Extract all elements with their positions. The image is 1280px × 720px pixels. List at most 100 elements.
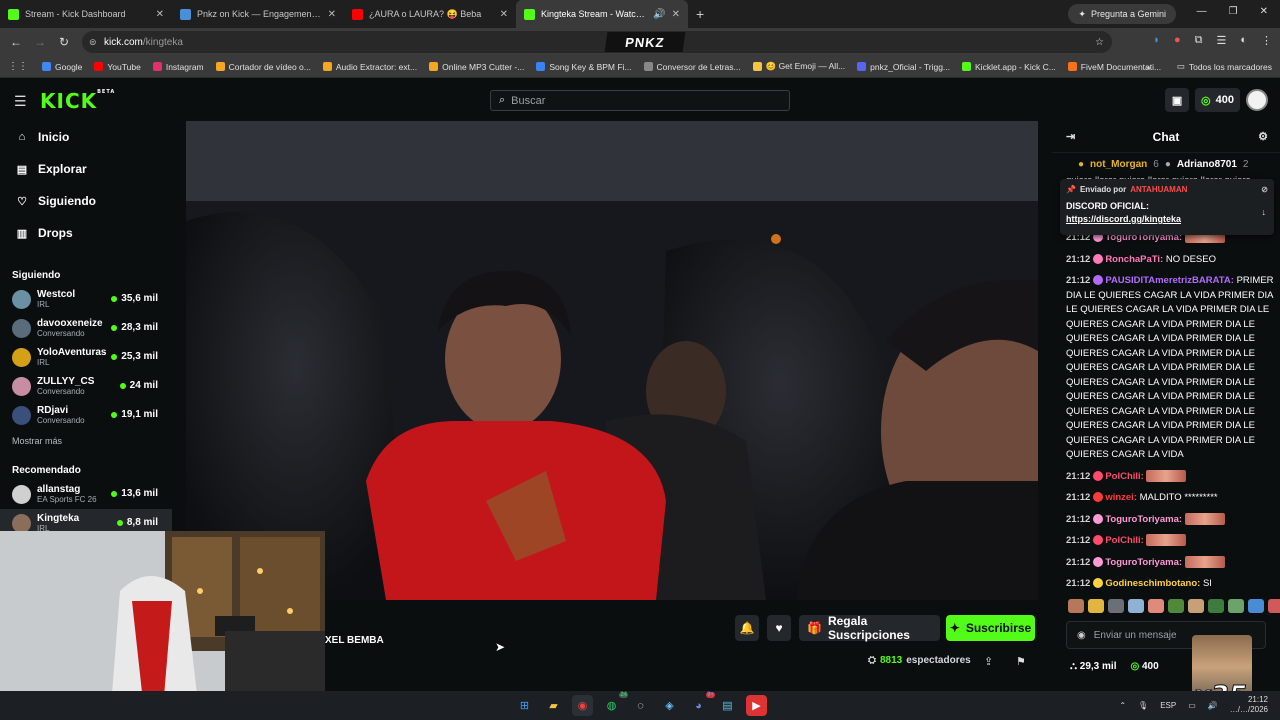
user-badge-icon xyxy=(1093,275,1104,286)
emote[interactable] xyxy=(1108,599,1124,613)
emote[interactable] xyxy=(1168,599,1184,613)
bookmark-item[interactable]: pnkz_Oficial - Trigg... xyxy=(857,61,950,72)
emote[interactable] xyxy=(1188,599,1204,613)
bookmark-item[interactable]: Audio Extractor: ext... xyxy=(322,61,417,72)
search-input[interactable] xyxy=(511,94,772,107)
new-tab-button[interactable]: + xyxy=(696,6,704,22)
hide-pinned-icon[interactable]: ⊘ xyxy=(1261,185,1268,194)
browser-tab-active[interactable]: Kingteka Stream - Watch L 🔊 ✕ xyxy=(516,0,688,28)
bookmark-item[interactable]: YouTube xyxy=(94,61,141,72)
puzzle-icon[interactable]: ⧉ xyxy=(1195,34,1203,47)
close-tab-icon[interactable]: ✕ xyxy=(156,9,164,20)
browser-tab[interactable]: ¿AURA o LAURA? 😝 Beba ✕ xyxy=(344,0,516,28)
chat-settings-icon[interactable]: ⚙ xyxy=(1258,130,1268,143)
more-bookmarks-icon[interactable]: » xyxy=(1146,62,1151,72)
file-explorer-icon[interactable]: ▰ xyxy=(543,695,564,716)
menu-icon[interactable]: ⋮ xyxy=(1261,34,1272,47)
bookmark-star-icon[interactable]: ☆ xyxy=(1095,37,1104,48)
bookmark-item[interactable]: Online MP3 Cutter -... xyxy=(429,61,524,72)
channel-item[interactable]: YoloAventuras IRL 25,3 mil xyxy=(0,343,172,372)
apps-grid-icon[interactable]: ⋮⋮ xyxy=(8,61,28,72)
channel-item[interactable]: RDjavi Conversando 19,1 mil xyxy=(0,401,172,430)
address-bar[interactable]: ⊜ kick.com/kingteka ☆ xyxy=(82,31,1112,53)
follow-button[interactable]: ♥ xyxy=(767,615,791,641)
subscribe-button[interactable]: ✦ Suscribirse xyxy=(946,615,1035,641)
menu-icon[interactable]: ☰ xyxy=(14,93,27,110)
all-bookmarks-button[interactable]: ▭ Todos los marcadores xyxy=(1177,61,1272,72)
emote[interactable] xyxy=(1268,599,1280,613)
search-bar[interactable]: ⌕ xyxy=(490,90,790,111)
microphone-icon[interactable]: 🎙 xyxy=(1138,701,1148,710)
streamer-name[interactable]: XEL BEMBA xyxy=(325,635,384,646)
volume-icon[interactable]: 🔊 xyxy=(1208,701,1218,710)
gift-subs-button[interactable]: 🎁 Regala Suscripciones xyxy=(799,614,940,642)
network-icon[interactable]: ▭ xyxy=(1188,701,1196,710)
emote[interactable] xyxy=(1248,599,1264,613)
profile-icon[interactable]: ◐ xyxy=(1240,34,1247,47)
bookmark-item[interactable]: Cortador de vídeo o... xyxy=(215,61,311,72)
nav-inicio[interactable]: ⌂ Inicio xyxy=(0,121,172,153)
bookmark-item[interactable]: 😊 Get Emoji — All... xyxy=(752,61,845,72)
close-tab-icon[interactable]: ✕ xyxy=(500,9,508,20)
notes-icon[interactable]: ▤ xyxy=(717,695,738,716)
channel-item[interactable]: Westcol IRL 35,6 mil xyxy=(0,285,172,314)
nav-siguiendo[interactable]: ♡ Siguiendo xyxy=(0,185,172,217)
kick-logo[interactable]: KICKBETA xyxy=(40,89,115,113)
whatsapp-icon[interactable]: ◍ 24 xyxy=(601,692,628,716)
close-tab-icon[interactable]: ✕ xyxy=(328,9,336,20)
stream-dashboard-button[interactable]: ▣ xyxy=(1165,88,1190,112)
discord-icon[interactable]: ◕ 9+ xyxy=(688,692,715,716)
user-avatar[interactable] xyxy=(1246,89,1268,111)
bookmark-item[interactable]: Kicklet.app - Kick C... xyxy=(962,61,1056,72)
windows-start-icon[interactable]: ⊞ xyxy=(514,695,535,716)
show-more-link[interactable]: Mostrar más xyxy=(0,430,172,452)
mute-tab-icon[interactable]: 🔊 xyxy=(653,9,665,20)
nav-explorar[interactable]: ▤ Explorar xyxy=(0,153,172,185)
steam-icon[interactable]: ◈ xyxy=(659,695,680,716)
channel-item[interactable]: allanstag EA Sports FC 26 13,6 mil xyxy=(0,480,172,509)
streaming-app-icon[interactable]: ▶ xyxy=(746,695,767,716)
nav-drops[interactable]: ▥ Drops xyxy=(0,217,172,249)
emoji-picker-icon[interactable]: ◉ xyxy=(1077,630,1086,641)
channel-item[interactable]: ZULLYY_CS Conversando 24 mil xyxy=(0,372,172,401)
site-info-icon[interactable]: ⊜ xyxy=(89,37,97,48)
forward-button[interactable]: → xyxy=(28,35,52,49)
emote[interactable] xyxy=(1088,599,1104,613)
bookmark-item[interactable]: Google xyxy=(42,61,82,72)
notifications-button[interactable]: 🔔 xyxy=(735,615,759,641)
report-icon[interactable]: ⚑ xyxy=(1016,655,1026,668)
gemini-button[interactable]: ✦ Pregunta a Gemini xyxy=(1068,4,1176,24)
emote[interactable] xyxy=(1068,599,1084,613)
clock[interactable]: 21:12 …/…/2026 xyxy=(1230,695,1268,715)
emote[interactable] xyxy=(1128,599,1144,613)
collapse-chat-icon[interactable]: ⇥ xyxy=(1066,130,1075,143)
video-player[interactable] xyxy=(186,121,1038,600)
discord-link[interactable]: https://discord.gg/kingteka xyxy=(1066,213,1268,226)
close-window-icon[interactable]: ✕ xyxy=(1260,6,1268,17)
restore-icon[interactable]: ❐ xyxy=(1229,6,1238,17)
translate-icon[interactable]: ◗ xyxy=(1153,34,1160,47)
minimize-icon[interactable]: — xyxy=(1197,6,1207,17)
channel-item[interactable]: davooxeneize Conversando 28,3 mil xyxy=(0,314,172,343)
browser-tab[interactable]: Stream - Kick Dashboard ✕ xyxy=(0,0,172,28)
expand-pinned-icon[interactable]: ↓ xyxy=(1262,207,1267,217)
back-button[interactable]: ← xyxy=(4,35,28,49)
bookmark-item[interactable]: Song Key & BPM Fi... xyxy=(536,61,632,72)
bookmark-item[interactable]: Instagram xyxy=(152,61,204,72)
share-icon[interactable]: ⇪ xyxy=(984,655,993,668)
tab-search-icon[interactable]: ☰ xyxy=(1216,34,1226,47)
reload-button[interactable]: ↻ xyxy=(52,35,76,49)
emote[interactable] xyxy=(1208,599,1224,613)
language-indicator[interactable]: ESP xyxy=(1160,701,1176,710)
kick-coins-button[interactable]: ◎ 400 xyxy=(1195,88,1240,112)
bookmark-item[interactable]: Conversor de Letras... xyxy=(643,61,741,72)
close-tab-icon[interactable]: ✕ xyxy=(672,9,680,20)
chrome-icon[interactable]: ◉ xyxy=(572,695,593,716)
user-badge-icon xyxy=(1093,492,1104,503)
extension-icon[interactable]: ● xyxy=(1174,34,1181,47)
emote[interactable] xyxy=(1148,599,1164,613)
emote[interactable] xyxy=(1228,599,1244,613)
chevron-up-icon[interactable]: ⌃ xyxy=(1119,701,1126,710)
obs-icon[interactable]: ◌ xyxy=(630,695,651,716)
browser-tab[interactable]: Pnkz on Kick — Engagement A ✕ xyxy=(172,0,344,28)
